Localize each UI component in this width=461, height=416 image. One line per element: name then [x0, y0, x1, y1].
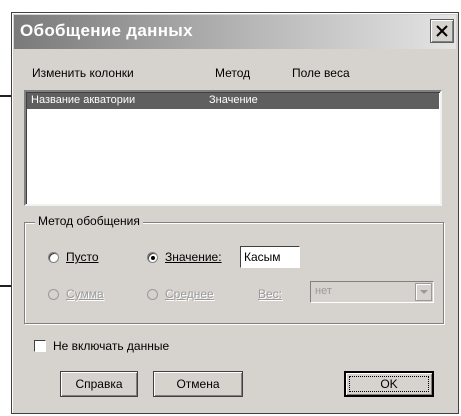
cancel-button-label: Отмена [176, 377, 220, 391]
list-cell-method: Значение [209, 94, 258, 106]
radio-value-label[interactable]: Значение: [165, 250, 222, 264]
weight-label-text: Вес: [258, 287, 283, 301]
radio-sum[interactable] [48, 289, 59, 300]
radio-average[interactable] [147, 289, 158, 300]
average-label-text: Среднее [165, 287, 214, 301]
method-groupbox: Метод обобщения [24, 214, 444, 324]
radio-value[interactable] [147, 252, 158, 263]
columns-list[interactable]: Название акватории Значение [24, 90, 442, 206]
radio-sum-label[interactable]: Сумма [66, 287, 104, 301]
list-cell-column: Название акватории [31, 94, 136, 106]
weight-select[interactable]: нет [310, 281, 434, 303]
header-change-columns: Изменить колонки [32, 66, 134, 80]
exclude-data-checkbox[interactable] [34, 340, 46, 352]
screenshot-canvas: Обобщение данных Изменить колонки Метод … [0, 0, 461, 416]
radio-empty[interactable] [48, 252, 59, 263]
value-label-text: Значение: [165, 250, 222, 264]
close-button[interactable] [430, 19, 454, 43]
cancel-button[interactable]: Отмена [153, 371, 243, 397]
sum-label-text: Сумма [66, 287, 104, 301]
exclude-data-label[interactable]: Не включать данные [53, 339, 169, 353]
weight-select-value: нет [315, 285, 332, 297]
radio-empty-label[interactable]: Пусто [66, 250, 99, 264]
radio-value-dot [151, 256, 155, 260]
header-change-columns-label: Изменить колонки [32, 66, 134, 80]
close-icon [436, 25, 448, 37]
help-button[interactable]: Справка [60, 371, 138, 397]
dialog-title: Обобщение данных [20, 21, 193, 40]
header-method: Метод [215, 66, 251, 80]
ok-focus-rect [349, 376, 429, 392]
radio-average-label[interactable]: Среднее [165, 287, 214, 301]
help-button-label: Справка [75, 377, 123, 391]
value-input[interactable]: Касым [240, 246, 300, 268]
method-group-legend: Метод обобщения [35, 214, 143, 228]
weight-select-dropdown-button[interactable] [415, 283, 432, 301]
weight-label: Вес: [258, 287, 282, 301]
empty-label-text: Пусто [66, 250, 99, 264]
list-row-selected[interactable]: Название акватории Значение [27, 93, 439, 109]
header-weight-field: Поле веса [292, 66, 350, 80]
chevron-down-icon [420, 290, 428, 294]
title-bar[interactable]: Обобщение данных [14, 15, 456, 49]
ok-button[interactable]: OK [344, 371, 434, 397]
